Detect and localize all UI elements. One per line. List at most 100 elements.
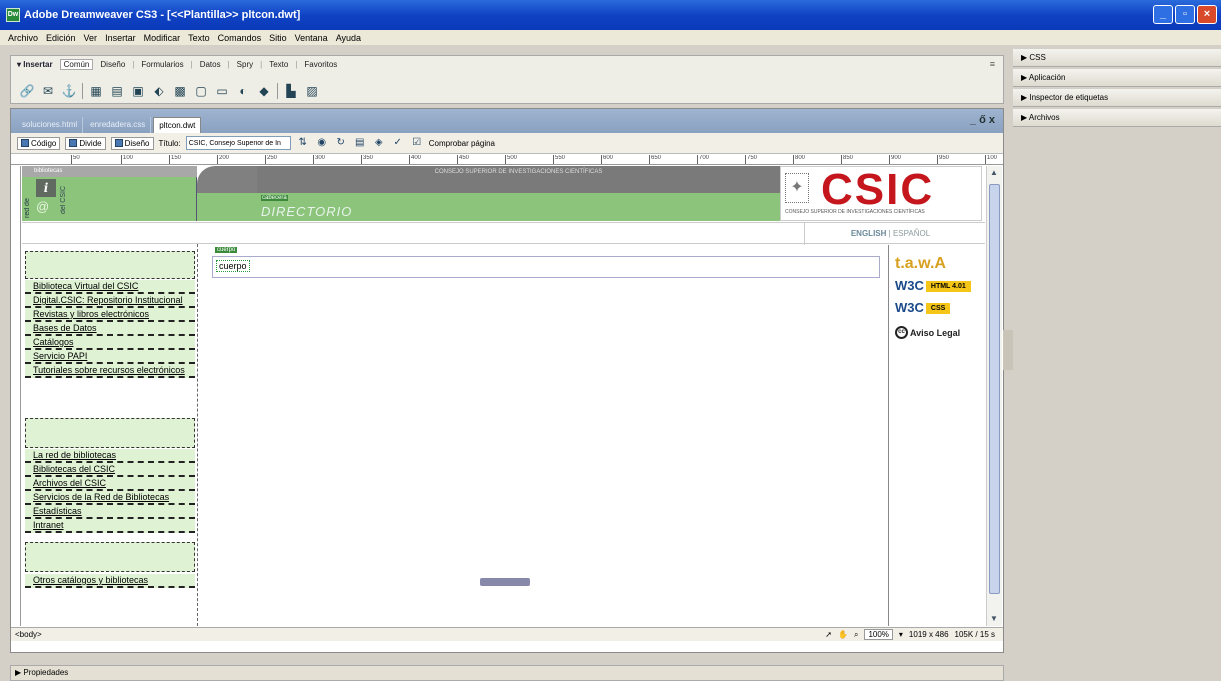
doc-tab-soluciones[interactable]: soluciones.html: [17, 117, 84, 133]
templates-icon[interactable]: ▙: [283, 83, 299, 99]
cabecera-region[interactable]: CONSEJO SUPERIOR DE INVESTIGACIONES CIEN…: [257, 166, 780, 221]
nav-link[interactable]: Biblioteca Virtual del CSIC: [25, 280, 195, 294]
panel-archivos[interactable]: ▶ Archivos: [1013, 109, 1221, 127]
lang-english-link[interactable]: ENGLISH: [851, 229, 887, 238]
hand-tool-icon[interactable]: ✋: [838, 628, 848, 641]
menu-comandos[interactable]: Comandos: [218, 33, 262, 43]
check-page-icon[interactable]: ☑: [410, 136, 424, 150]
insert-tab-comun[interactable]: Común: [59, 59, 94, 70]
nav-link[interactable]: Bibliotecas del CSIC: [25, 463, 195, 477]
insert-tab-favoritos[interactable]: Favoritos: [304, 60, 337, 69]
red-de-label: red de: [24, 198, 31, 218]
panel-aplicacion[interactable]: ▶ Aplicación: [1013, 69, 1221, 87]
nav-link[interactable]: Servicios de la Red de Bibliotecas: [25, 491, 195, 505]
insert-tab-diseno[interactable]: Diseño: [100, 60, 125, 69]
select-tool-icon[interactable]: ➚: [825, 628, 832, 641]
nav-link[interactable]: Estadísticas: [25, 505, 195, 519]
nav-link[interactable]: Servicio PAPI: [25, 350, 195, 364]
insert-tab-spry[interactable]: Spry: [237, 60, 253, 69]
scroll-up-icon[interactable]: ▲: [990, 168, 998, 177]
lang-espanol-link[interactable]: ESPAÑOL: [893, 229, 930, 238]
ruler-tick: 250: [265, 155, 277, 164]
validate-markup-icon[interactable]: ✓: [391, 136, 405, 150]
title-input[interactable]: [185, 136, 291, 150]
taw-badge[interactable]: t.a.w.A: [895, 255, 946, 273]
table-icon[interactable]: ▦: [88, 83, 104, 99]
panel-options-icon[interactable]: ≡: [990, 59, 995, 69]
zoom-dropdown-icon[interactable]: ▾: [899, 628, 903, 641]
check-page-button[interactable]: Comprobar página: [429, 139, 495, 148]
panel-inspector-etiquetas[interactable]: ▶ Inspector de etiquetas: [1013, 89, 1221, 107]
visual-aids-icon[interactable]: ◈: [372, 136, 386, 150]
doc-tab-enredadera[interactable]: enredadera.css: [85, 117, 152, 133]
nav-link[interactable]: La red de bibliotecas: [25, 449, 195, 463]
insert-tab-datos[interactable]: Datos: [200, 60, 221, 69]
nav-link[interactable]: Catálogos: [25, 336, 195, 350]
date-icon[interactable]: ▩: [172, 83, 188, 99]
scroll-down-icon[interactable]: ▼: [990, 614, 998, 623]
zoom-tool-icon[interactable]: ⌕: [854, 628, 858, 641]
code-view-label: Código: [31, 138, 57, 148]
aviso-legal-badge[interactable]: cc Aviso Legal: [895, 326, 960, 339]
insert-tab-formularios[interactable]: Formularios: [141, 60, 183, 69]
menu-edicion[interactable]: Edición: [46, 33, 76, 43]
scroll-thumb[interactable]: [989, 184, 1000, 594]
panel-collapse-handle[interactable]: [480, 578, 530, 586]
view-options-icon[interactable]: ▤: [353, 136, 367, 150]
menu-texto[interactable]: Texto: [188, 33, 210, 43]
menu-ventana[interactable]: Ventana: [295, 33, 328, 43]
w3c-html-badge[interactable]: W3C HTML 4.01: [895, 278, 971, 293]
design-view-button[interactable]: Diseño: [110, 136, 154, 150]
preview-browser-icon[interactable]: ◉: [315, 136, 329, 150]
hyperlink-icon[interactable]: 🔗: [19, 83, 35, 99]
nav-link[interactable]: Revistas y libros electrónicos: [25, 308, 195, 322]
insert-tab-texto[interactable]: Texto: [269, 60, 288, 69]
layer-icon[interactable]: ▤: [109, 83, 125, 99]
cuerpo-region[interactable]: cuerpo cuerpo: [212, 247, 880, 278]
nav-link[interactable]: Intranet: [25, 519, 195, 533]
nav-link[interactable]: Tutoriales sobre recursos electrónicos: [25, 364, 195, 378]
nav-link[interactable]: Archivos del CSIC: [25, 477, 195, 491]
menu-modificar[interactable]: Modificar: [144, 33, 181, 43]
cuerpo-placeholder[interactable]: cuerpo: [216, 260, 250, 272]
nav-link[interactable]: Bases de Datos: [25, 322, 195, 336]
zoom-select[interactable]: 100%: [864, 629, 893, 640]
code-view-button[interactable]: Código: [17, 136, 61, 150]
menu-sitio[interactable]: Sitio: [269, 33, 287, 43]
media-icon[interactable]: ⬖: [151, 83, 167, 99]
design-canvas[interactable]: bibliotecas red de i @ del CSIC CONSEJO …: [22, 166, 985, 626]
nav-link[interactable]: Digital.CSIC: Repositorio Institucional: [25, 294, 195, 308]
window-size[interactable]: 1019 x 486: [909, 628, 949, 641]
nav-link[interactable]: Otros catálogos y bibliotecas: [25, 574, 195, 588]
menu-ver[interactable]: Ver: [84, 33, 98, 43]
language-switcher: ENGLISH | ESPAÑOL: [804, 223, 976, 245]
w3c-css-badge[interactable]: W3C CSS: [895, 300, 951, 315]
server-include-icon[interactable]: ▢: [193, 83, 209, 99]
file-management-icon[interactable]: ⇅: [296, 136, 310, 150]
named-anchor-icon[interactable]: ⚓: [61, 83, 77, 99]
menu-insertar[interactable]: Insertar: [105, 33, 136, 43]
comment-icon[interactable]: ▭: [214, 83, 230, 99]
panel-splitter[interactable]: [1003, 330, 1013, 370]
tag-selector[interactable]: <body>: [15, 628, 42, 641]
tag-chooser-icon[interactable]: ▨: [304, 83, 320, 99]
ruler-tick: 350: [361, 155, 373, 164]
image-icon[interactable]: ▣: [130, 83, 146, 99]
menu-archivo[interactable]: Archivo: [8, 33, 38, 43]
refresh-icon[interactable]: ↻: [334, 136, 348, 150]
panel-css[interactable]: ▶ CSS: [1013, 49, 1221, 67]
close-button[interactable]: ×: [1197, 5, 1217, 24]
insert-toggle[interactable]: ▾ Insertar: [17, 60, 53, 69]
script-icon[interactable]: ◆: [256, 83, 272, 99]
document-window-controls[interactable]: _ ő x: [970, 114, 995, 126]
consejo-banner: CONSEJO SUPERIOR DE INVESTIGACIONES CIEN…: [257, 166, 780, 193]
email-link-icon[interactable]: ✉: [40, 83, 56, 99]
minimize-button[interactable]: _: [1153, 5, 1173, 24]
head-icon[interactable]: ◐: [235, 83, 251, 99]
split-view-button[interactable]: Divide: [65, 136, 106, 150]
properties-panel[interactable]: ▶ Propiedades: [10, 665, 1004, 681]
menu-ayuda[interactable]: Ayuda: [336, 33, 361, 43]
maximize-button[interactable]: ▫: [1175, 5, 1195, 24]
vertical-scrollbar[interactable]: ▲ ▼: [986, 166, 1002, 626]
doc-tab-pltcon[interactable]: pltcon.dwt: [153, 117, 202, 133]
